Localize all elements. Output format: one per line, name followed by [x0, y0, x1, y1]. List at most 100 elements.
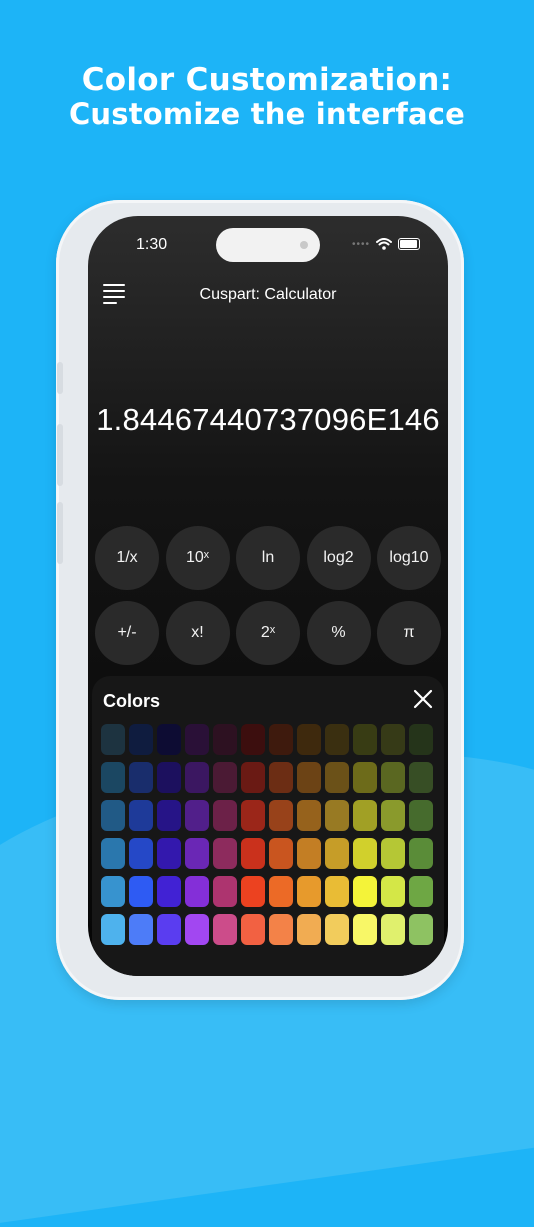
color-swatch[interactable]: [129, 762, 153, 793]
color-swatch[interactable]: [129, 876, 153, 907]
color-swatch[interactable]: [325, 876, 349, 907]
color-swatch[interactable]: [213, 724, 237, 755]
color-swatch[interactable]: [241, 876, 265, 907]
color-swatch[interactable]: [213, 876, 237, 907]
reciprocal-key[interactable]: 1/x: [95, 526, 159, 590]
status-time: 1:30: [136, 236, 168, 253]
color-swatch[interactable]: [213, 800, 237, 831]
color-swatch[interactable]: [297, 800, 321, 831]
color-swatch[interactable]: [297, 876, 321, 907]
negate-key[interactable]: +/-: [95, 601, 159, 665]
log2-key[interactable]: log2: [306, 526, 371, 590]
color-swatch[interactable]: [157, 800, 181, 831]
color-swatch[interactable]: [409, 724, 433, 755]
color-swatch[interactable]: [129, 838, 153, 869]
color-swatch[interactable]: [409, 762, 433, 793]
two-power-key[interactable]: 2ˣ: [236, 601, 300, 665]
color-swatch[interactable]: [101, 914, 125, 945]
factorial-key[interactable]: x!: [165, 601, 230, 665]
color-swatch[interactable]: [241, 838, 265, 869]
color-swatch[interactable]: [353, 876, 377, 907]
color-swatch[interactable]: [297, 724, 321, 755]
color-swatch[interactable]: [409, 800, 433, 831]
signal-dots-icon: ••••: [351, 238, 370, 250]
color-swatch[interactable]: [157, 762, 181, 793]
color-swatch[interactable]: [129, 914, 153, 945]
color-swatch[interactable]: [101, 876, 125, 907]
function-keypad: 1/x 10ˣ ln log2 log10 +/- x! 2ˣ % π: [95, 526, 441, 676]
color-swatch[interactable]: [325, 762, 349, 793]
color-swatch[interactable]: [381, 876, 405, 907]
key-row-2: +/- x! 2ˣ % π: [95, 601, 441, 665]
color-swatch[interactable]: [269, 800, 293, 831]
color-swatch[interactable]: [185, 876, 209, 907]
color-swatch[interactable]: [269, 914, 293, 945]
color-swatch[interactable]: [185, 838, 209, 869]
color-swatch[interactable]: [409, 914, 433, 945]
color-swatch[interactable]: [185, 724, 209, 755]
battery-icon: [398, 238, 420, 250]
color-swatch[interactable]: [101, 838, 125, 869]
color-swatch[interactable]: [381, 800, 405, 831]
color-swatch[interactable]: [241, 762, 265, 793]
color-swatch[interactable]: [185, 800, 209, 831]
color-swatch[interactable]: [185, 914, 209, 945]
color-swatch[interactable]: [353, 800, 377, 831]
color-swatch[interactable]: [241, 724, 265, 755]
color-swatch[interactable]: [409, 838, 433, 869]
dynamic-island: [216, 228, 320, 262]
calculator-display: 1.84467440737096E146: [96, 402, 440, 437]
color-swatch[interactable]: [353, 724, 377, 755]
color-swatch[interactable]: [381, 724, 405, 755]
ln-key[interactable]: ln: [236, 526, 300, 590]
color-swatch[interactable]: [297, 914, 321, 945]
color-swatch[interactable]: [241, 914, 265, 945]
color-swatch[interactable]: [269, 838, 293, 869]
key-row-1: 1/x 10ˣ ln log2 log10: [95, 526, 441, 590]
color-swatch[interactable]: [129, 800, 153, 831]
color-swatch[interactable]: [157, 838, 181, 869]
color-swatch[interactable]: [325, 914, 349, 945]
color-swatch[interactable]: [185, 762, 209, 793]
color-swatch[interactable]: [269, 876, 293, 907]
camera-icon: [300, 241, 308, 249]
color-swatch[interactable]: [101, 800, 125, 831]
color-swatch[interactable]: [409, 876, 433, 907]
color-swatch[interactable]: [325, 724, 349, 755]
color-swatch[interactable]: [297, 762, 321, 793]
color-swatch[interactable]: [381, 914, 405, 945]
color-swatch[interactable]: [101, 724, 125, 755]
color-swatch[interactable]: [213, 838, 237, 869]
color-swatch[interactable]: [213, 762, 237, 793]
color-swatch[interactable]: [297, 838, 321, 869]
color-swatch[interactable]: [157, 724, 181, 755]
colors-panel-title: Colors: [103, 691, 161, 711]
log10-key[interactable]: log10: [377, 526, 441, 590]
volume-up-button: [57, 424, 63, 486]
pi-key[interactable]: π: [377, 601, 441, 665]
color-swatch[interactable]: [269, 724, 293, 755]
color-swatch-grid: [101, 724, 433, 945]
color-swatch[interactable]: [353, 914, 377, 945]
color-swatch[interactable]: [325, 838, 349, 869]
app-title: Cuspart: Calculator: [199, 286, 337, 303]
color-swatch[interactable]: [325, 800, 349, 831]
color-swatch[interactable]: [157, 914, 181, 945]
percent-key[interactable]: %: [306, 601, 371, 665]
phone-screen: 1:30 •••• Cuspart: Calculator 1.84467440…: [88, 216, 448, 976]
wifi-icon: [376, 238, 392, 250]
color-swatch[interactable]: [381, 838, 405, 869]
color-swatch[interactable]: [241, 800, 265, 831]
color-swatch[interactable]: [213, 914, 237, 945]
color-swatch[interactable]: [381, 762, 405, 793]
status-icons: ••••: [352, 238, 420, 250]
close-icon[interactable]: [412, 688, 434, 710]
color-swatch[interactable]: [129, 724, 153, 755]
color-swatch[interactable]: [269, 762, 293, 793]
color-swatch[interactable]: [101, 762, 125, 793]
promo-headline: Color Customization: Customize the inter…: [0, 62, 534, 130]
color-swatch[interactable]: [353, 762, 377, 793]
color-swatch[interactable]: [157, 876, 181, 907]
ten-power-key[interactable]: 10ˣ: [165, 526, 230, 590]
color-swatch[interactable]: [353, 838, 377, 869]
